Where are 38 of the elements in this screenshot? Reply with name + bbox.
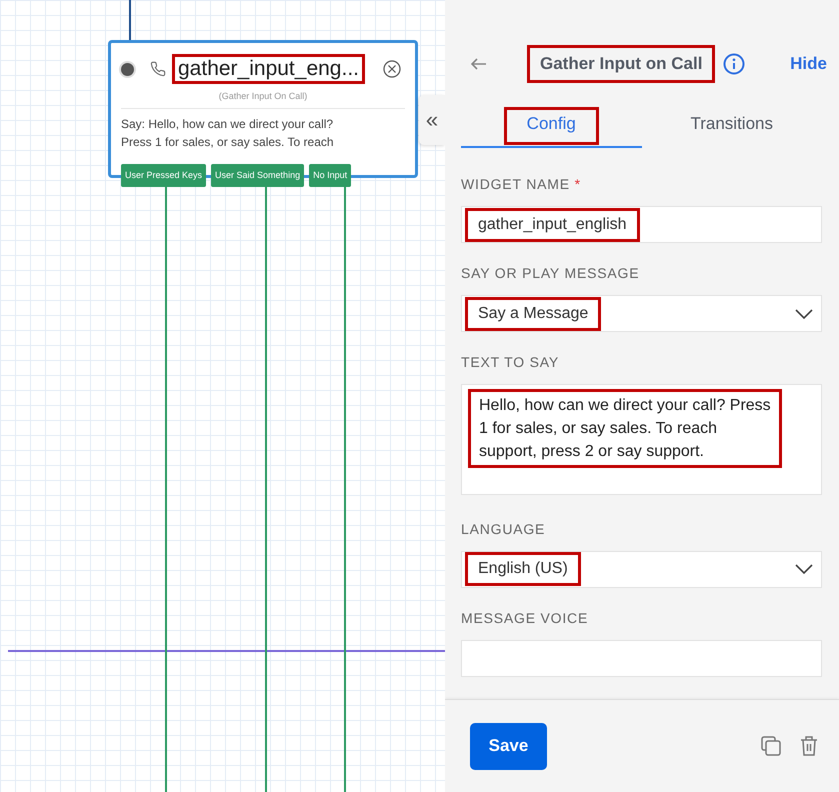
widget-type: (Gather Input On Call) bbox=[218, 91, 308, 101]
save-button[interactable]: Save bbox=[470, 722, 547, 770]
tab[interactable]: Config bbox=[461, 106, 642, 148]
hide-link[interactable]: Hide bbox=[790, 54, 827, 74]
field-label: SAY OR PLAY MESSAGE bbox=[461, 265, 640, 282]
field-label: MESSAGE VOICE bbox=[461, 610, 588, 626]
field-label: TEXT TO SAY bbox=[461, 354, 560, 370]
select-value: Say a Message bbox=[465, 296, 602, 331]
transition-label[interactable]: User Said Something bbox=[211, 164, 304, 187]
panel-title: Gather Input on Call bbox=[527, 45, 716, 83]
transition-label[interactable]: No Input bbox=[309, 164, 352, 187]
trash-icon bbox=[799, 735, 819, 757]
copy-icon bbox=[761, 736, 781, 756]
input-value: gather_input_english bbox=[465, 208, 640, 242]
text-value: Hello, how can we direct your call? Press 1 for sales, or say sales. To reach support, press 2 or say support. bbox=[468, 389, 782, 468]
phone-icon bbox=[150, 61, 166, 77]
field-label: WIDGET NAME * bbox=[461, 176, 581, 192]
chevron-down-icon bbox=[795, 308, 813, 319]
chevron-down-icon bbox=[795, 564, 813, 574]
transition-label[interactable]: User Pressed Keys bbox=[121, 164, 206, 187]
widget-body-text: Say: Hello, how can we direct your call? bbox=[121, 116, 334, 133]
back-arrow-icon bbox=[471, 58, 487, 70]
text-area[interactable]: Hello, how can we direct your call? Press 1 for sales, or say sales. To reach support, press 2 or say support. bbox=[461, 384, 822, 495]
select-value: English (US) bbox=[465, 552, 581, 586]
connection-dot[interactable] bbox=[121, 62, 134, 76]
select-field[interactable]: English (US) bbox=[461, 550, 822, 588]
info-icon[interactable] bbox=[723, 53, 746, 75]
widget-title: gather_input_eng... bbox=[172, 54, 365, 84]
field-label: LANGUAGE bbox=[461, 520, 546, 537]
delete-button[interactable] bbox=[799, 735, 819, 757]
widget-body-text: Press 1 for sales, or say sales. To reach bbox=[121, 134, 335, 151]
input-field[interactable]: gather_input_english bbox=[461, 206, 822, 244]
tab[interactable]: Transitions bbox=[642, 106, 822, 148]
copy-button[interactable] bbox=[761, 736, 781, 756]
close-icon[interactable] bbox=[383, 60, 401, 78]
input-field[interactable] bbox=[461, 640, 822, 677]
collapse-button[interactable]: « bbox=[419, 95, 445, 145]
select-field[interactable]: Say a Message bbox=[461, 295, 822, 332]
